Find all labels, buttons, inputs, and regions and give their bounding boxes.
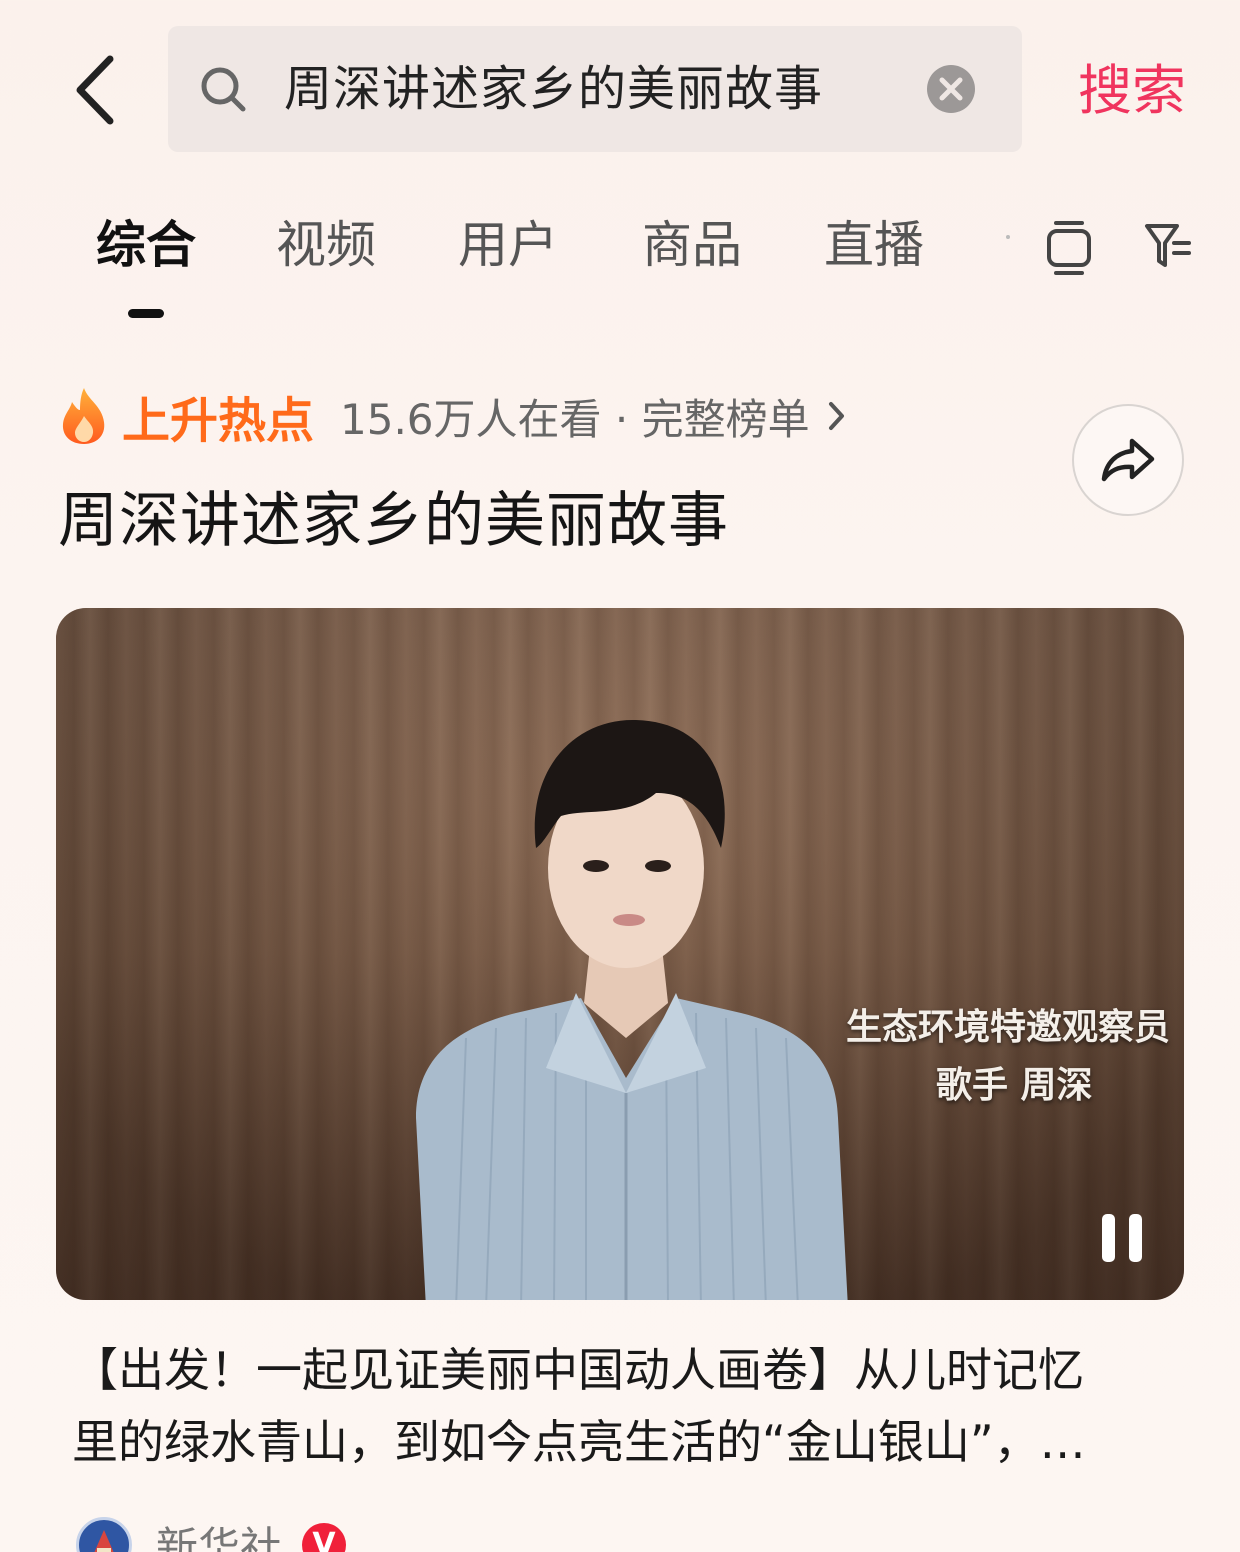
search-button[interactable]: 搜索 (1078, 58, 1186, 124)
avatar[interactable] (76, 1516, 132, 1552)
author-name[interactable]: 新华社 (156, 1514, 282, 1552)
back-button[interactable] (62, 52, 126, 128)
pause-icon[interactable] (1098, 1212, 1146, 1264)
tab-video[interactable]: 视频 (276, 215, 376, 275)
video-caption-name: 歌手 周深 (936, 1064, 1093, 1106)
chevron-right-icon (828, 402, 844, 430)
description-line: 里的绿水青山，到如今点亮生活的“金山银山”，… (72, 1415, 1086, 1469)
video-subject-figure (416, 719, 848, 1300)
viewer-count[interactable]: 15.6万人在看 · 完整榜单 (340, 386, 810, 447)
video-caption-role: 生态环境特邀观察员 (846, 1006, 1171, 1048)
hot-topic-row[interactable]: 上升热点 15.6万人在看 · 完整榜单 (58, 384, 848, 449)
xinhua-logo-icon (80, 1520, 128, 1552)
hot-tag: 上升热点 (122, 393, 315, 449)
tab-live[interactable]: 直播 (824, 215, 924, 275)
post-description[interactable]: 【出发！一起见证美丽中国动人画卷】从儿时记忆 里的绿水青山，到如今点亮生活的“金… (72, 1334, 1162, 1478)
chevron-left-icon (76, 55, 114, 125)
active-tab-indicator (128, 309, 164, 318)
share-button[interactable] (1072, 404, 1184, 516)
search-bar[interactable]: 周深讲述家乡的美丽故事 (168, 26, 1022, 152)
tab-products[interactable]: 商品 (642, 215, 742, 275)
verified-badge: V (302, 1522, 347, 1552)
topic-title[interactable]: 周深讲述家乡的美丽故事 (58, 472, 729, 559)
result-tabs: 综合 视频 用户 商品 直播 (0, 205, 1240, 325)
tab-all[interactable]: 综合 (96, 215, 196, 275)
search-icon (201, 67, 246, 112)
layout-toggle-icon[interactable] (1044, 219, 1094, 277)
video-player[interactable]: 生态环境特邀观察员 歌手 周深 (56, 608, 1184, 1300)
filter-icon[interactable] (1144, 221, 1194, 271)
author-row[interactable]: 新华社 V (76, 1514, 347, 1552)
share-icon (1101, 438, 1155, 482)
search-input[interactable]: 周深讲述家乡的美丽故事 (284, 49, 823, 119)
tab-users[interactable]: 用户 (458, 215, 558, 275)
description-line: 【出发！一起见证美丽中国动人画卷】从儿时记忆 (72, 1343, 1084, 1397)
tab-overflow-dot (1006, 235, 1010, 239)
fire-icon (62, 388, 105, 444)
clear-icon[interactable] (926, 64, 976, 114)
